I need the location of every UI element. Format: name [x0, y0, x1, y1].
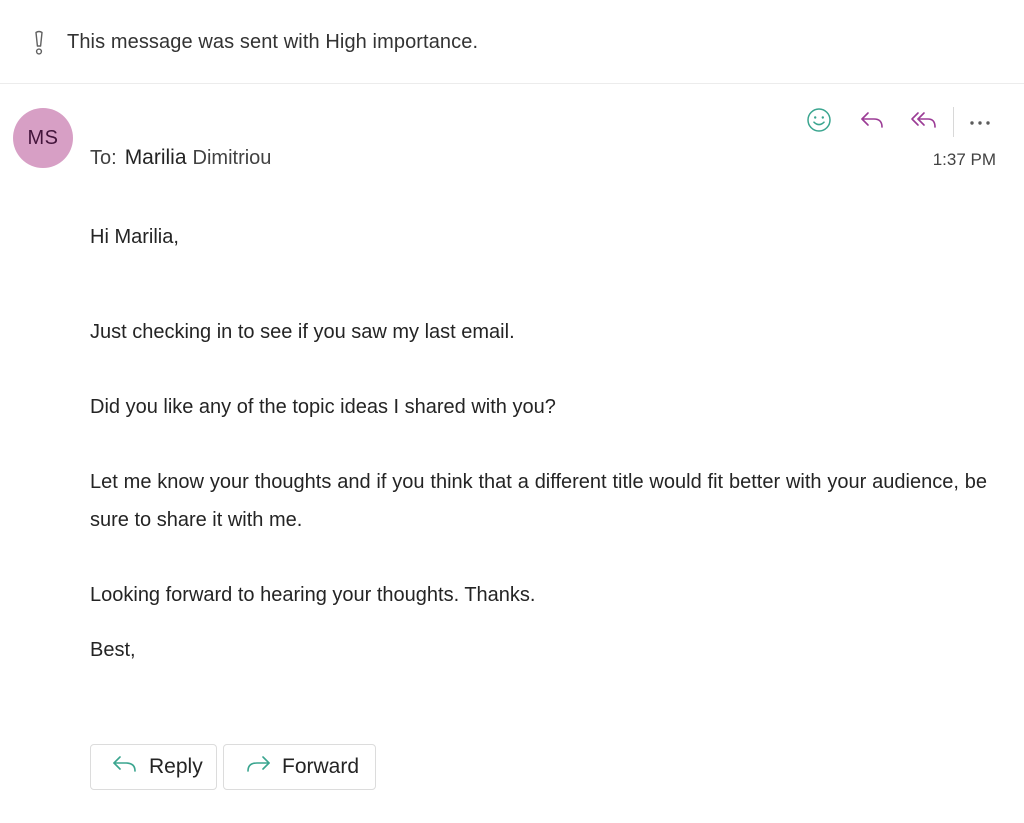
reply-all-icon	[909, 108, 939, 137]
more-icon	[969, 113, 991, 131]
reply-button[interactable]: Reply	[90, 744, 217, 790]
more-actions-button[interactable]	[961, 104, 999, 140]
message-paragraph: Did you like any of the topic ideas I sh…	[90, 396, 556, 418]
message-timestamp: 1:37 PM	[932, 150, 996, 169]
to-label: To:	[90, 147, 117, 169]
reply-button-label: Reply	[149, 755, 203, 778]
recipient-last-name: Dimitriou	[192, 147, 272, 169]
smiley-icon	[806, 107, 832, 138]
emoji-reaction-button[interactable]	[800, 104, 838, 140]
message-greeting: Hi Marilia,	[90, 226, 179, 248]
exclamation-icon	[31, 30, 47, 56]
message-signoff: Best,	[90, 639, 136, 661]
message-paragraph: Just checking in to see if you saw my la…	[90, 321, 515, 343]
message-paragraph: Let me know your thoughts and if you thi…	[90, 471, 987, 531]
recipient-first-name: Marilia	[124, 146, 187, 169]
importance-banner: This message was sent with High importan…	[0, 0, 1024, 84]
recipient-name[interactable]: Marilia Dimitriou	[124, 146, 272, 169]
importance-text: This message was sent with High importan…	[67, 31, 479, 53]
forward-button[interactable]: Forward	[223, 744, 376, 790]
avatar-initials: MS	[27, 126, 59, 149]
reply-arrow-icon	[111, 753, 149, 781]
reply-all-button[interactable]	[905, 104, 943, 140]
reply-icon	[858, 108, 886, 137]
reply-icon-button[interactable]	[853, 104, 891, 140]
forward-button-label: Forward	[282, 755, 360, 778]
recipient-line: To: Marilia Dimitriou	[90, 146, 271, 170]
forward-arrow-icon	[244, 753, 282, 781]
actions-divider	[953, 107, 954, 137]
avatar[interactable]: MS	[13, 108, 73, 168]
message-paragraph: Looking forward to hearing your thoughts…	[90, 584, 536, 606]
